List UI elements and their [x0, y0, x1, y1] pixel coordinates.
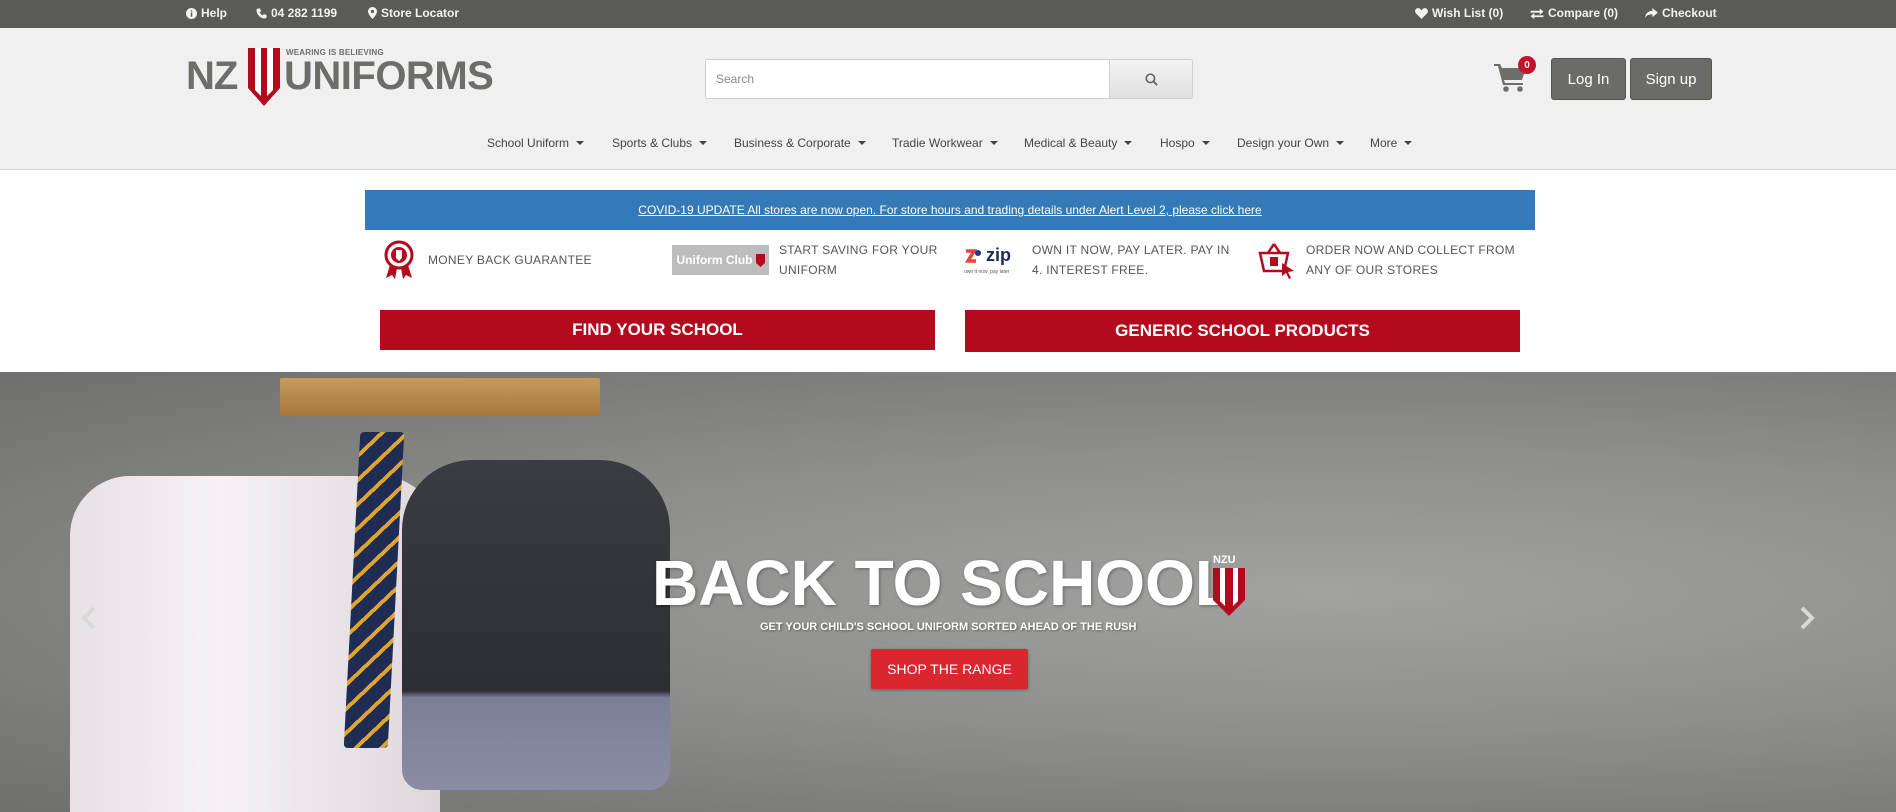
compare-link[interactable]: Compare (0) [1530, 6, 1618, 20]
feature-zip: zip own it now, pay later OWN IT NOW, PA… [964, 238, 1230, 282]
feature-text: MONEY BACK GUARANTEE [428, 253, 592, 267]
nav-item-more[interactable]: More [1370, 136, 1413, 150]
coat-rack-image [280, 378, 600, 416]
feature-text-line1: ORDER NOW AND COLLECT FROM [1306, 243, 1515, 257]
main-nav: School Uniform Sports & Clubs Business &… [0, 134, 1896, 154]
ribbon-badge-icon [384, 240, 414, 279]
caret-down-icon [989, 141, 998, 145]
nav-item-sports-clubs[interactable]: Sports & Clubs [612, 136, 708, 150]
nav-item-tradie-workwear[interactable]: Tradie Workwear [892, 136, 998, 150]
search-button[interactable] [1109, 59, 1193, 99]
feature-money-back: MONEY BACK GUARANTEE [382, 238, 592, 282]
hero-shield-icon [1213, 568, 1245, 616]
carousel-prev-arrow-icon[interactable] [76, 604, 104, 632]
zip-mark-icon [964, 249, 981, 263]
site-header: NZ WEARING IS BELIEVING UNIFORMS 0 Log I… [0, 28, 1896, 170]
checkout-link[interactable]: Checkout [1645, 6, 1717, 20]
feature-uniform-club: Uniform Club START SAVING FOR YOUR UNIFO… [672, 238, 938, 282]
zip-logo: zip own it now, pay later [964, 243, 1022, 277]
caret-down-icon [1124, 141, 1133, 145]
phone-icon [256, 7, 267, 19]
exchange-icon [1530, 7, 1544, 19]
feature-text-block: START SAVING FOR YOUR UNIFORM [779, 240, 938, 280]
caret-down-icon [576, 141, 585, 145]
site-logo[interactable]: NZ WEARING IS BELIEVING UNIFORMS [186, 48, 496, 106]
cart-count-badge: 0 [1518, 56, 1536, 74]
nav-label: More [1370, 136, 1398, 150]
logo-uniforms-text: UNIFORMS [284, 54, 494, 98]
zip-logo-small: own it now, pay later [964, 269, 1010, 275]
phone-link[interactable]: 04 282 1199 [256, 6, 337, 20]
nav-item-design-your-own[interactable]: Design your Own [1237, 136, 1345, 150]
mini-shield-icon [755, 253, 765, 267]
carousel-next-arrow-icon[interactable] [1792, 604, 1820, 632]
search-icon [1144, 72, 1158, 86]
feature-text-line1: START SAVING FOR YOUR [779, 243, 938, 257]
nav-label: Design your Own [1237, 136, 1330, 150]
nav-label: Hospo [1160, 136, 1195, 150]
compare-label: Compare (0) [1548, 6, 1619, 20]
help-label: Help [201, 6, 228, 20]
nav-item-business-corporate[interactable]: Business & Corporate [734, 136, 866, 150]
map-marker-icon [368, 7, 377, 19]
nav-label: Sports & Clubs [612, 136, 693, 150]
nav-item-hospo[interactable]: Hospo [1160, 136, 1210, 150]
nav-label: Business & Corporate [734, 136, 851, 150]
phone-label: 04 282 1199 [271, 6, 338, 20]
nav-item-medical-beauty[interactable]: Medical & Beauty [1024, 136, 1133, 150]
hero-nzu-badge: NZU [1213, 554, 1245, 620]
hero-title: BACK TO SCHOOL [652, 547, 1234, 619]
hero-carousel: BACK TO SCHOOL NZU GET YOUR CHILD'S SCHO… [0, 372, 1896, 812]
store-locator-link[interactable]: Store Locator [368, 6, 459, 20]
backpack-image [402, 460, 670, 790]
generic-school-products-button[interactable]: GENERIC SCHOOL PRODUCTS [965, 310, 1520, 352]
zip-logo-text: zip [986, 245, 1011, 265]
search-bar [705, 59, 1193, 99]
checkout-label: Checkout [1662, 6, 1717, 20]
feature-text-block: ORDER NOW AND COLLECT FROM ANY OF OUR ST… [1306, 240, 1515, 280]
covid-update-banner: COVID-19 UPDATE All stores are now open.… [365, 190, 1535, 230]
nav-label: Tradie Workwear [892, 136, 983, 150]
uniform-club-logo: Uniform Club [672, 245, 769, 275]
uniform-club-logo-text: Uniform Club [676, 253, 753, 267]
search-input[interactable] [705, 59, 1109, 99]
basket-cursor-icon [1258, 243, 1294, 279]
share-arrow-icon [1645, 7, 1658, 18]
feature-text-line2: ANY OF OUR STORES [1306, 263, 1439, 277]
feature-text-line2: 4. INTEREST FREE. [1032, 263, 1149, 277]
nav-label: School Uniform [487, 136, 570, 150]
logo-shield-icon [248, 48, 280, 106]
covid-update-link[interactable]: COVID-19 UPDATE All stores are now open.… [638, 203, 1261, 217]
logo-nz-text: NZ [186, 54, 238, 98]
signup-button[interactable]: Sign up [1630, 58, 1712, 100]
wishlist-link[interactable]: Wish List (0) [1415, 6, 1503, 20]
caret-down-icon [699, 141, 708, 145]
nav-label: Medical & Beauty [1024, 136, 1118, 150]
info-icon [186, 7, 197, 19]
find-your-school-button[interactable]: FIND YOUR SCHOOL [380, 310, 935, 350]
caret-down-icon [1336, 141, 1345, 145]
feature-text-line1: OWN IT NOW, PAY LATER. PAY IN [1032, 243, 1230, 257]
store-locator-label: Store Locator [381, 6, 460, 20]
wishlist-label: Wish List (0) [1432, 6, 1504, 20]
nav-item-school-uniform[interactable]: School Uniform [487, 136, 585, 150]
feature-text-block: OWN IT NOW, PAY LATER. PAY IN 4. INTERES… [1032, 240, 1230, 280]
hero-badge-text: NZU [1213, 554, 1236, 566]
feature-text-line2: UNIFORM [779, 263, 838, 277]
hero-subtitle: GET YOUR CHILD'S SCHOOL UNIFORM SORTED A… [760, 621, 1137, 633]
login-button[interactable]: Log In [1551, 58, 1626, 100]
caret-down-icon [1404, 141, 1413, 145]
shop-the-range-button[interactable]: SHOP THE RANGE [871, 649, 1028, 689]
caret-down-icon [1201, 141, 1210, 145]
top-bar: Help 04 282 1199 Store Locator Wish List… [0, 0, 1896, 28]
heart-icon [1415, 7, 1428, 19]
help-link[interactable]: Help [186, 6, 227, 20]
feature-click-collect: ORDER NOW AND COLLECT FROM ANY OF OUR ST… [1258, 238, 1515, 282]
caret-down-icon [857, 141, 866, 145]
